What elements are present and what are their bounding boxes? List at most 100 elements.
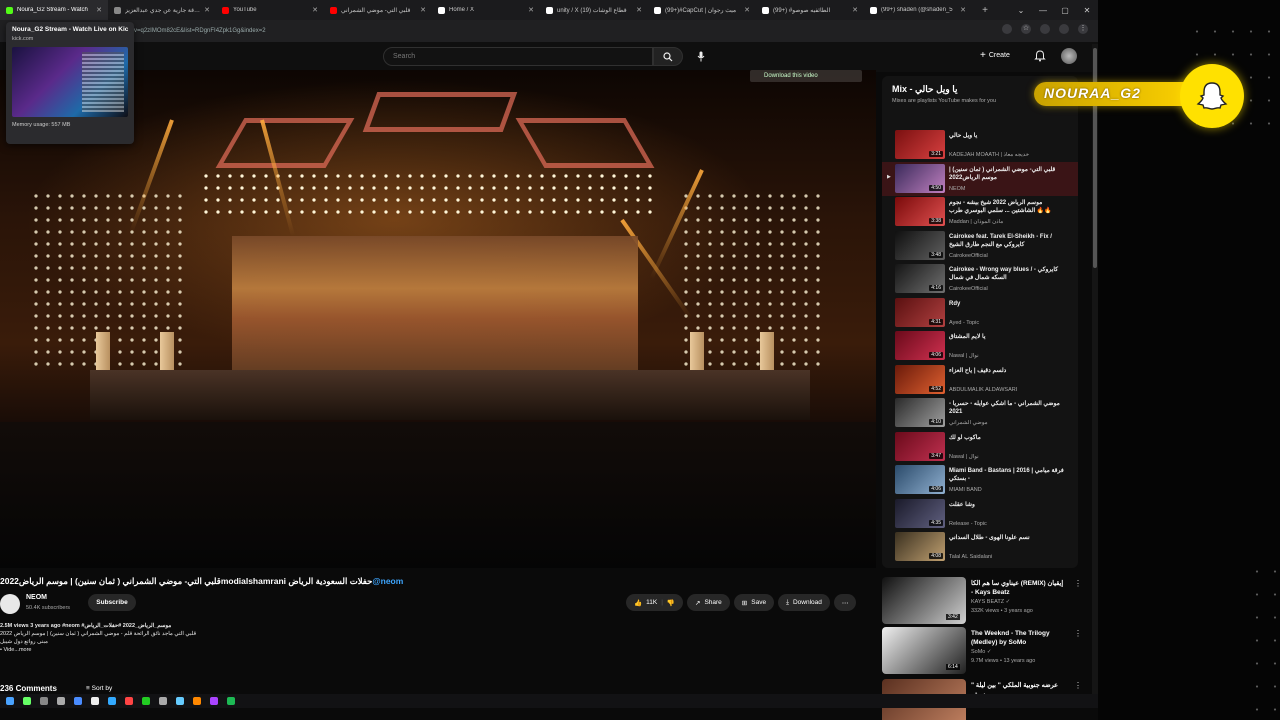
taskbar-app-icon[interactable] — [57, 697, 65, 705]
mix-playlist-item[interactable]: 4:10 موضي الشمراني - ما اشكي عوايله - حسر… — [882, 396, 1078, 430]
start-icon[interactable] — [6, 697, 14, 705]
taskbar-app-icon[interactable] — [74, 697, 82, 705]
mix-playlist-item[interactable]: 3:48 Cairokee feat. Tarek El-Sheikh - Fix… — [882, 229, 1078, 263]
mix-playlist-item[interactable]: 4:35 وشا عقلت Release - Topic — [882, 497, 1078, 531]
close-window-button[interactable]: ✕ — [1076, 6, 1098, 15]
create-button[interactable]: + Create — [980, 50, 1010, 61]
recommended-video[interactable]: 6:14 The Weeknd - The Trilogy (Medley) by… — [882, 627, 1082, 679]
browser-tab[interactable]: (99+) #الطائفيه صوصو ✕ — [756, 0, 864, 20]
cast-icon[interactable] — [1002, 24, 1012, 34]
tab-search-icon[interactable]: ⌄ — [1010, 6, 1032, 15]
subscriber-count: 50.4K subscribers — [26, 605, 71, 611]
notifications-bell-icon[interactable] — [1034, 50, 1046, 62]
taskbar-app-icon[interactable] — [142, 697, 150, 705]
bookmark-star-icon[interactable]: ☆ — [1021, 24, 1031, 34]
stage-screen — [232, 236, 638, 386]
browser-tab[interactable]: Noura_G2 Stream - Watch ✕ — [0, 0, 108, 20]
mix-item-title: قلبي التي- موضي الشمراني ( ثمان سنين) | … — [949, 166, 1056, 181]
taskbar-app-icon[interactable] — [176, 697, 184, 705]
close-tab-icon[interactable]: ✕ — [96, 6, 102, 14]
more-options-icon[interactable]: ⋮ — [1074, 579, 1082, 588]
voice-search-button[interactable] — [694, 49, 708, 63]
browser-tab-strip: Noura_G2 Stream - Watch ✕ صدقة جارية عن جد… — [0, 0, 1098, 20]
browser-tab[interactable]: قلبي التي- موضي الشمراني ✕ — [324, 0, 432, 20]
more-options-icon[interactable]: ⋮ — [1074, 629, 1082, 638]
recommended-duration: 6:14 — [946, 664, 960, 670]
mix-playlist-item[interactable]: 3:21 يا ويل حالي KADEJAH MOAATH | خديجه مع… — [882, 128, 1078, 162]
streamer-name: NOURAA_G2 — [1044, 85, 1141, 101]
recommended-video[interactable]: 3:42 عيناوي سا هم الكا (REMIX) إيقيان - K… — [882, 577, 1082, 629]
description-more[interactable]: • Vide...more — [0, 646, 620, 654]
mix-playlist-item[interactable]: 4:16 Cairokee - Wrong way blues / كايروكي… — [882, 262, 1078, 296]
mix-playlist-item[interactable]: 4:31 Rdy Ayed - Topic — [882, 296, 1078, 330]
plus-icon: + — [980, 50, 986, 61]
taskbar-app-icon[interactable] — [125, 697, 133, 705]
extensions-icon[interactable] — [1040, 24, 1050, 34]
close-tab-icon[interactable]: ✕ — [204, 6, 210, 14]
channel-avatar[interactable] — [0, 594, 20, 614]
mix-playlist-item[interactable]: 4:08 نسم علونا الهوى - طلال السداني Talal … — [882, 530, 1078, 564]
save-icon: ⊞ — [741, 599, 748, 607]
taskbar-app-icon[interactable] — [159, 697, 167, 705]
mix-playlist-item[interactable]: 3:38 موسم الرياض 2022 شيخ بيشه - نجوم الش… — [882, 195, 1078, 229]
maximize-button[interactable]: ▢ — [1054, 6, 1076, 15]
mix-playlist-item[interactable]: ▶ 4:50 قلبي التي- موضي الشمراني ( ثمان سني… — [882, 161, 1078, 196]
taskbar-app-icon[interactable] — [23, 697, 31, 705]
mix-item-channel: Maddan | ماذن الموذان — [949, 219, 1004, 225]
browser-tab[interactable]: (99+)#CapCut | ميث رجوان ✕ — [648, 0, 756, 20]
save-button[interactable]: ⊞ Save — [733, 594, 775, 611]
mix-playlist-item[interactable]: 4:06 Miami Band - Bastans | 2016 | فرقة م… — [882, 463, 1078, 497]
sort-comments-button[interactable]: ≡ Sort by — [86, 685, 112, 692]
taskbar-app-icon[interactable] — [108, 697, 116, 705]
mix-playlist-item[interactable]: 3:47 ماكوب لو لك Nawal | نوال — [882, 430, 1078, 464]
mix-playlist-item[interactable]: 4:06 يا لايم المشتاق Nawal | نوال — [882, 329, 1078, 363]
recommended-channel: KAYS BEATZ ✓ — [971, 599, 1011, 605]
close-tab-icon[interactable]: ✕ — [852, 6, 858, 14]
thumbs-down-icon[interactable]: 👎 — [667, 599, 675, 607]
search-input[interactable]: Search — [383, 47, 653, 66]
browser-tab[interactable]: صدقة جارية عن جدي عبدالعزيز ✕ — [108, 0, 216, 20]
video-player[interactable] — [0, 70, 876, 568]
mix-item-title: نسم علونا الهوى - طلال السداني — [949, 535, 1030, 541]
close-tab-icon[interactable]: ✕ — [420, 6, 426, 14]
new-tab-button[interactable]: + — [978, 5, 992, 16]
video-title-tag[interactable]: @neom — [372, 576, 403, 586]
more-actions-button[interactable]: ⋯ — [833, 594, 857, 611]
taskbar-app-icon[interactable] — [40, 697, 48, 705]
mix-thumbnail: 3:38 — [895, 197, 945, 226]
mix-thumbnail: 3:48 — [895, 230, 945, 260]
create-label: Create — [988, 52, 1010, 59]
channel-name[interactable]: NEOM — [26, 594, 47, 601]
search-button[interactable] — [653, 47, 683, 66]
browser-tab[interactable]: YouTube ✕ — [216, 0, 324, 20]
glitter-decoration — [1248, 560, 1280, 720]
close-tab-icon[interactable]: ✕ — [636, 6, 642, 14]
more-options-icon[interactable]: ⋮ — [1074, 681, 1082, 690]
mix-playlist-item[interactable]: 4:52 دلسم دقيف | ياح العزاء ABDULMALIK ALD… — [882, 363, 1078, 397]
recommended-channel: SoMo ✓ — [971, 649, 992, 655]
menu-icon[interactable]: ⋮ — [1078, 24, 1088, 34]
share-button[interactable]: ↗ Share — [686, 594, 730, 611]
address-bar[interactable]: v=q2zIMOm82cE&list=RDgnFI4Zpk1Gg&index=2 — [134, 24, 934, 38]
browser-tab[interactable]: unity / X قطاع الوشات (19) ✕ — [540, 0, 648, 20]
video-description[interactable]: 2.5M views 3 years ago #neom #موسم_الريا… — [0, 622, 620, 668]
account-avatar[interactable] — [1061, 48, 1077, 64]
profile-icon[interactable] — [1059, 24, 1069, 34]
tab-favicon-icon — [654, 6, 661, 14]
subscribe-button[interactable]: Subscribe — [88, 594, 136, 611]
taskbar-app-icon[interactable] — [91, 697, 99, 705]
download-video-overlay[interactable]: Download this video — [750, 70, 862, 82]
like-button[interactable]: 👍 11K | 👎 — [626, 594, 683, 611]
taskbar — [0, 694, 1098, 708]
download-button[interactable]: ⤓ Download — [778, 594, 830, 611]
close-tab-icon[interactable]: ✕ — [744, 6, 750, 14]
browser-tab[interactable]: Home / X ✕ — [432, 0, 540, 20]
taskbar-app-icon[interactable] — [193, 697, 201, 705]
taskbar-app-icon[interactable] — [210, 697, 218, 705]
close-tab-icon[interactable]: ✕ — [528, 6, 534, 14]
close-tab-icon[interactable]: ✕ — [312, 6, 318, 14]
taskbar-app-icon[interactable] — [227, 697, 235, 705]
minimize-button[interactable]: — — [1032, 6, 1054, 15]
close-tab-icon[interactable]: ✕ — [960, 6, 966, 14]
browser-tab[interactable]: (99+) shaden (@shaden_5 ✕ — [864, 0, 972, 20]
